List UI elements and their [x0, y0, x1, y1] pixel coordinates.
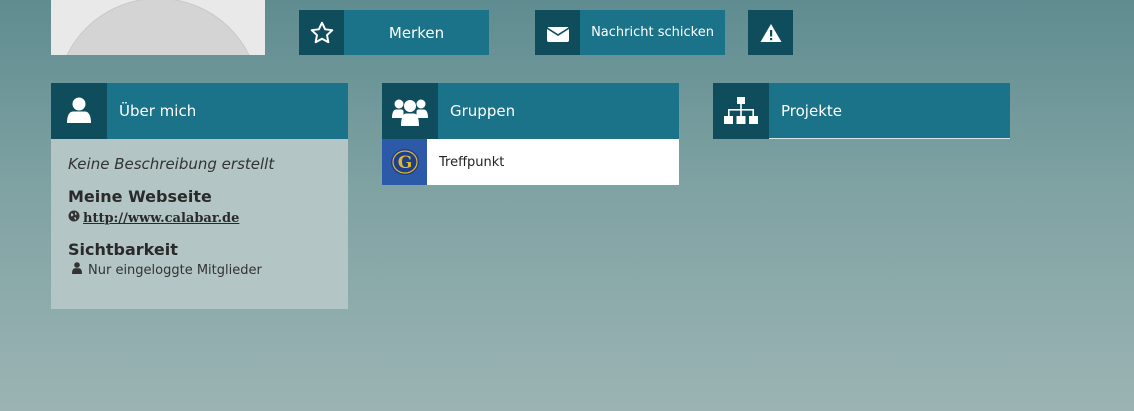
- sitemap-icon: [713, 82, 769, 139]
- avatar-placeholder: [56, 0, 260, 55]
- about-description: Keine Beschreibung erstellt: [68, 155, 275, 173]
- groups-title: Gruppen: [450, 102, 516, 120]
- group-logo: G: [382, 139, 427, 185]
- merken-label: Merken: [388, 23, 445, 42]
- visibility-heading: Sichtbarkeit: [68, 240, 178, 259]
- groups-panel: Gruppen G Treffpunkt: [382, 83, 679, 185]
- user-icon: [51, 83, 107, 139]
- user-small-icon: [72, 262, 82, 278]
- warning-icon: [748, 10, 793, 55]
- visibility-row: Nur eingeloggte Mitglieder: [68, 262, 331, 278]
- website-row: http://www.calabar.de: [68, 210, 331, 226]
- group-item[interactable]: G Treffpunkt: [382, 139, 679, 185]
- group-name: Treffpunkt: [439, 154, 505, 170]
- send-message-button[interactable]: Nachricht schicken: [535, 10, 725, 55]
- star-icon: [299, 10, 344, 55]
- website-heading: Meine Webseite: [68, 187, 212, 206]
- about-body: Keine Beschreibung erstellt Meine Websei…: [51, 139, 348, 309]
- projects-title: Projekte: [781, 101, 842, 120]
- users-icon: [382, 83, 438, 139]
- about-panel: Über mich Keine Beschreibung erstellt Me…: [51, 83, 348, 309]
- group-logo-letter: G: [397, 153, 412, 173]
- report-button[interactable]: [748, 10, 793, 55]
- merken-button[interactable]: Merken: [299, 10, 489, 55]
- profile-avatar: [51, 0, 265, 55]
- groups-header: Gruppen: [382, 83, 679, 139]
- send-message-label: Nachricht schicken: [591, 25, 714, 40]
- envelope-icon: [535, 10, 580, 55]
- about-header: Über mich: [51, 83, 348, 139]
- projects-header: Projekte: [713, 82, 1010, 139]
- website-link[interactable]: http://www.calabar.de: [83, 211, 239, 226]
- projects-panel: Projekte: [713, 82, 1010, 139]
- visibility-value: Nur eingeloggte Mitglieder: [88, 262, 262, 278]
- globe-icon: [68, 210, 80, 226]
- about-title: Über mich: [119, 102, 197, 120]
